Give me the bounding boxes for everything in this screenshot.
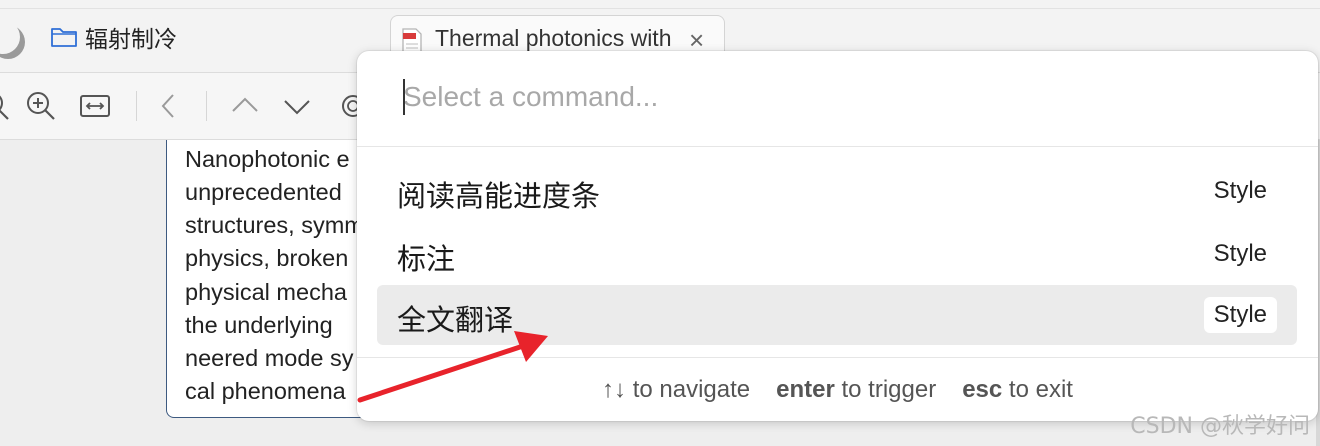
command-tag: Style <box>1213 240 1267 267</box>
toolbar-divider <box>136 91 137 121</box>
abstract-line: physics, broken <box>185 245 349 271</box>
tab-document-title: Thermal photonics with <box>435 25 672 51</box>
abstract-line: physical mecha <box>185 279 347 305</box>
trigger-hint: enter to trigger <box>776 376 936 404</box>
zoom-in-icon[interactable] <box>24 89 58 123</box>
command-item-full-translate[interactable]: 全文翻译 Style <box>377 285 1297 345</box>
command-label: 标注 <box>397 242 456 276</box>
exit-text: to exit <box>1008 376 1073 403</box>
folder-icon <box>51 28 77 47</box>
fit-width-icon[interactable] <box>78 89 112 123</box>
abstract-line: neered mode sy <box>185 345 354 371</box>
scroll-up-icon[interactable] <box>228 89 262 123</box>
command-item-annotate[interactable]: 标注 Style <box>377 224 1297 284</box>
esc-key: esc <box>962 376 1003 403</box>
command-item-progress-bar[interactable]: 阅读高能进度条 Style <box>377 161 1297 221</box>
enter-key: enter <box>776 376 835 403</box>
abstract-line: structures, symm <box>185 212 364 238</box>
command-tag: Style <box>1203 297 1277 333</box>
abstract-line: the underlying <box>185 312 333 338</box>
navigate-key: ↑↓ <box>602 376 627 403</box>
folder-tab[interactable]: 辐射制冷 <box>50 22 177 53</box>
command-palette: 阅读高能进度条 Style 标注 Style 全文翻译 Style ↑↓ to … <box>357 51 1318 421</box>
back-icon[interactable] <box>152 89 186 123</box>
text-cursor <box>403 79 405 115</box>
palette-divider <box>357 146 1318 147</box>
folder-tab-label: 辐射制冷 <box>85 27 177 53</box>
trigger-text: to trigger <box>841 376 937 403</box>
zoom-out-icon[interactable] <box>0 89 12 123</box>
top-divider <box>0 8 1320 9</box>
navigate-text: to navigate <box>632 376 751 403</box>
abstract-line: cal phenomena <box>185 378 346 404</box>
abstract-line: unprecedented <box>185 179 342 205</box>
toolbar-divider <box>206 91 207 121</box>
command-label: 全文翻译 <box>397 303 514 337</box>
exit-hint: esc to exit <box>962 376 1073 404</box>
watermark: CSDN @秋学好问 <box>1130 414 1310 439</box>
theme-moon-icon[interactable] <box>0 20 20 54</box>
scroll-down-icon[interactable] <box>280 89 314 123</box>
navigate-hint: ↑↓ to navigate <box>602 376 750 404</box>
command-tag: Style <box>1213 177 1267 204</box>
command-label: 阅读高能进度条 <box>397 179 601 213</box>
abstract-line: Nanophotonic e <box>185 146 350 172</box>
palette-divider <box>357 357 1318 358</box>
command-search-input[interactable] <box>397 67 1283 127</box>
